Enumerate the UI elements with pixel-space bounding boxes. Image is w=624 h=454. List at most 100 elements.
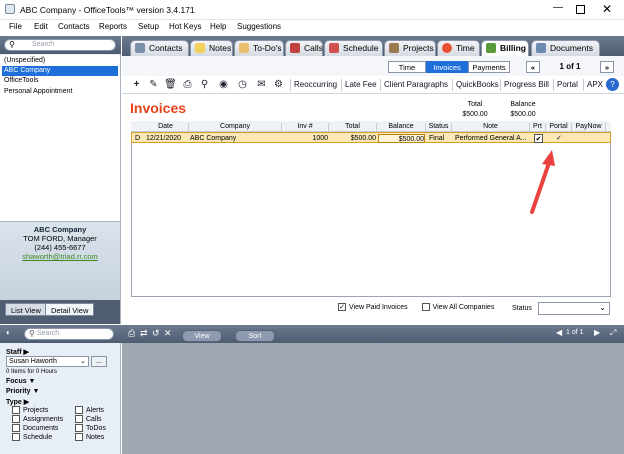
- email-icon[interactable]: ✉: [255, 78, 268, 91]
- settings-icon[interactable]: ⚙: [272, 78, 285, 91]
- swap-icon[interactable]: ⇄: [140, 328, 148, 339]
- col-total[interactable]: Total: [329, 123, 377, 132]
- tab-documents[interactable]: Documents: [531, 40, 600, 56]
- toggle-icon[interactable]: ◐: [6, 328, 11, 337]
- row-prt-checkbox[interactable]: ✔: [534, 134, 543, 143]
- tab-detail-view[interactable]: Detail View: [45, 303, 95, 316]
- col-note[interactable]: Note: [452, 123, 530, 132]
- menu-contacts[interactable]: Contacts: [58, 22, 90, 31]
- clock-icon[interactable]: ◷: [236, 78, 249, 91]
- subtab-invoices[interactable]: Invoices: [426, 61, 468, 73]
- status-dropdown[interactable]: ⌄: [538, 302, 610, 315]
- bottom-search-input[interactable]: ⚲ Search: [24, 328, 114, 340]
- print-icon[interactable]: ⎙: [181, 78, 194, 91]
- type-assignments[interactable]: Assignments: [12, 415, 63, 423]
- maximize-icon[interactable]: [576, 5, 585, 14]
- menu-reports[interactable]: Reports: [99, 22, 127, 31]
- next-page-icon[interactable]: ▶: [594, 328, 600, 337]
- menu-file[interactable]: File: [9, 22, 22, 31]
- edit-icon[interactable]: ✎: [147, 78, 160, 91]
- type-label[interactable]: Type ▶: [6, 398, 29, 406]
- toolbar-portal[interactable]: Portal: [553, 79, 578, 91]
- tab-todos[interactable]: To-Do's: [234, 40, 284, 56]
- card-email-link[interactable]: shaworth@triad.rr.com: [0, 252, 120, 261]
- close-icon[interactable]: ✕: [602, 2, 612, 16]
- contact-item-personal-appointment[interactable]: Personal Appointment: [2, 87, 118, 97]
- type-checkbox[interactable]: [75, 415, 83, 423]
- view-all-companies-label: View All Companies: [432, 303, 495, 311]
- col-prt[interactable]: Prt: [530, 123, 546, 132]
- col-company[interactable]: Company: [189, 123, 282, 132]
- contact-search-input[interactable]: ⚲ Search: [4, 39, 116, 51]
- tab-billing[interactable]: Billing: [481, 40, 529, 56]
- view-paid-invoices-checkbox[interactable]: ✓: [338, 303, 346, 311]
- preview-icon[interactable]: ◉: [217, 78, 230, 91]
- search-icon[interactable]: ⚲: [198, 78, 211, 91]
- type-calls[interactable]: Calls: [75, 415, 102, 423]
- col-inv[interactable]: Inv #: [282, 123, 329, 132]
- tab-time[interactable]: Time: [437, 40, 480, 56]
- contact-item-abc-company[interactable]: ABC Company: [2, 66, 118, 76]
- sort-button[interactable]: Sort: [235, 330, 275, 342]
- contact-item-officetools[interactable]: OfficeTools: [2, 76, 118, 86]
- delete-icon[interactable]: 🗑: [164, 78, 177, 91]
- prev-page-icon[interactable]: ◀: [556, 328, 562, 337]
- add-icon[interactable]: +: [130, 78, 143, 91]
- main-tab-strip: Contacts Notes To-Do's Calls Schedule Pr…: [122, 36, 624, 56]
- menu-help[interactable]: Help: [210, 22, 226, 31]
- col-date[interactable]: Date: [143, 123, 189, 132]
- priority-label[interactable]: Priority ▼: [6, 388, 39, 395]
- focus-label[interactable]: Focus ▼: [6, 378, 36, 385]
- tab-projects[interactable]: Projects: [384, 40, 436, 56]
- menu-edit[interactable]: Edit: [34, 22, 48, 31]
- expand-icon[interactable]: ⤢: [610, 328, 616, 338]
- menu-hot-keys[interactable]: Hot Keys: [169, 22, 201, 31]
- toolbar-apx[interactable]: APX: [583, 79, 603, 91]
- print-icon[interactable]: ⎙: [128, 328, 135, 339]
- staff-label[interactable]: Staff ▶: [6, 348, 29, 356]
- type-todos[interactable]: ToDos: [75, 424, 106, 432]
- tab-calls[interactable]: Calls: [285, 40, 323, 56]
- tab-list-view[interactable]: List View: [5, 303, 47, 316]
- tab-contacts[interactable]: Contacts: [130, 40, 189, 56]
- toolbar-client-paragraphs[interactable]: Client Paragraphs: [380, 79, 448, 91]
- toolbar-progress-bill[interactable]: Progress Bill: [500, 79, 549, 91]
- type-schedule[interactable]: Schedule: [12, 433, 52, 441]
- type-checkbox[interactable]: [75, 406, 83, 414]
- staff-select[interactable]: Susan Haworth ⌄: [6, 356, 89, 367]
- view-button[interactable]: View: [182, 330, 222, 342]
- help-icon[interactable]: ?: [606, 78, 619, 91]
- subtab-payments[interactable]: Payments: [468, 61, 510, 73]
- contact-item-unspecified[interactable]: (Unspecified): [2, 56, 118, 66]
- collapse-icon[interactable]: ✕: [164, 328, 172, 339]
- tab-notes[interactable]: Notes: [190, 40, 233, 56]
- last-page-button[interactable]: »: [600, 61, 614, 73]
- type-checkbox[interactable]: [12, 415, 20, 423]
- table-row[interactable]: D 12/21/2020 ABC Company 1000 $500.00 $5…: [131, 132, 611, 143]
- type-checkbox[interactable]: [75, 424, 83, 432]
- col-status[interactable]: Status: [426, 123, 452, 132]
- staff-more-button[interactable]: ...: [91, 356, 107, 367]
- tab-schedule[interactable]: Schedule: [324, 40, 383, 56]
- minimize-icon[interactable]: —: [553, 2, 563, 13]
- col-balance[interactable]: Balance: [377, 123, 426, 132]
- view-all-companies-checkbox[interactable]: [421, 303, 430, 311]
- type-checkbox[interactable]: [12, 424, 20, 432]
- type-alerts[interactable]: Alerts: [75, 406, 104, 414]
- col-portal[interactable]: Portal: [546, 123, 572, 132]
- toolbar-quickbooks[interactable]: QuickBooks: [452, 79, 499, 91]
- col-paynow[interactable]: PayNow: [572, 123, 606, 132]
- toolbar-reoccurring[interactable]: Reoccurring: [290, 79, 337, 91]
- type-notes[interactable]: Notes: [75, 433, 104, 441]
- type-checkbox[interactable]: [75, 433, 83, 441]
- undo-icon[interactable]: ↺: [152, 328, 160, 339]
- subtab-time[interactable]: Time: [388, 61, 426, 73]
- menu-suggestions[interactable]: Suggestions: [237, 22, 281, 31]
- first-page-button[interactable]: «: [526, 61, 540, 73]
- type-checkbox[interactable]: [12, 406, 20, 414]
- type-documents[interactable]: Documents: [12, 424, 58, 432]
- type-projects[interactable]: Projects: [12, 406, 48, 414]
- type-checkbox[interactable]: [12, 433, 20, 441]
- toolbar-late-fee[interactable]: Late Fee: [341, 79, 377, 91]
- menu-setup[interactable]: Setup: [138, 22, 159, 31]
